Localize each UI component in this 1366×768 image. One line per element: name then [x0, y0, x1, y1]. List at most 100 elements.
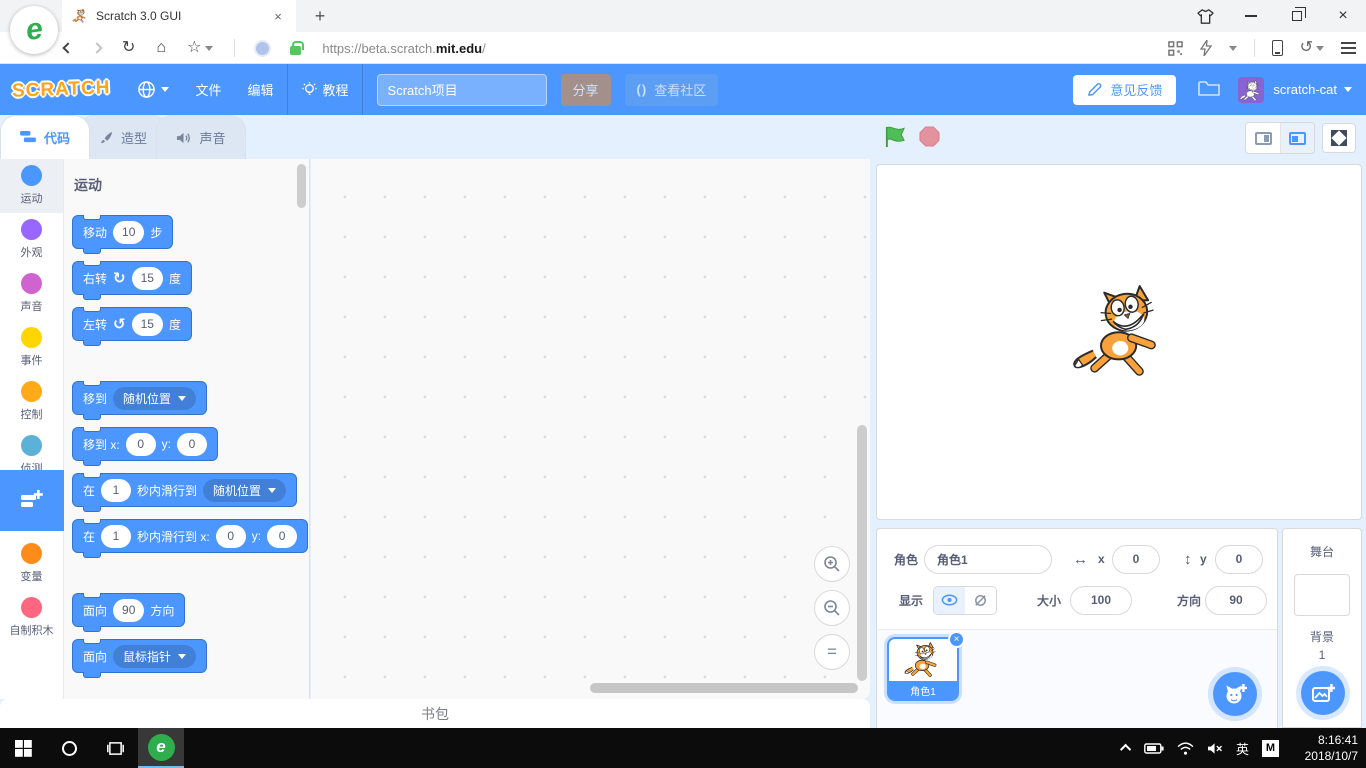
taskbar-browser-button[interactable]: e: [138, 728, 184, 768]
close-button[interactable]: ×: [1320, 0, 1366, 32]
scratch-logo[interactable]: SCRATCH: [12, 77, 111, 102]
qr-code-icon[interactable]: [1168, 41, 1183, 56]
workspace-horizontal-scrollbar[interactable]: [590, 683, 858, 693]
mobile-icon[interactable]: [1272, 40, 1283, 56]
menu-tutorials[interactable]: 教程: [288, 64, 362, 115]
block-goto-xy[interactable]: 移到 x: 0 y: 0: [72, 427, 218, 461]
speaker-muted-icon[interactable]: [1207, 742, 1223, 755]
bookmark-star[interactable]: ☆: [187, 40, 213, 56]
home-icon[interactable]: ⌂: [156, 40, 166, 56]
tab-sounds[interactable]: 声音: [156, 115, 246, 159]
delete-sprite-button[interactable]: ×: [948, 631, 965, 648]
add-extension-button[interactable]: [0, 470, 64, 531]
backpack-bar[interactable]: 书包: [0, 699, 870, 728]
sprite-thumbnail-selected[interactable]: 角色1 ×: [887, 637, 959, 701]
block-dropdown[interactable]: 鼠标指针: [113, 645, 196, 668]
tab-close-icon[interactable]: ×: [270, 9, 286, 24]
sprite-direction-input[interactable]: [1205, 586, 1267, 615]
undo-control[interactable]: ↺: [1300, 40, 1324, 56]
hide-sprite-button[interactable]: [965, 587, 996, 614]
category-motion[interactable]: 运动: [0, 159, 63, 213]
category-control[interactable]: 控制: [0, 375, 63, 429]
see-community-button[interactable]: () 查看社区: [625, 74, 719, 106]
block-number-input[interactable]: 1: [101, 525, 131, 548]
block-goto-random[interactable]: 移到 随机位置: [72, 381, 207, 415]
browser-logo[interactable]: e: [10, 6, 58, 54]
sprite-name-input[interactable]: [924, 545, 1052, 574]
block-glide-xy[interactable]: 在 1 秒内滑行到 x: 0 y: 0: [72, 519, 308, 553]
block-number-input[interactable]: 0: [177, 433, 207, 456]
back-icon[interactable]: [62, 42, 73, 53]
add-backdrop-button[interactable]: [1301, 671, 1345, 715]
address-url[interactable]: https://beta.scratch.mit.edu/: [322, 41, 485, 56]
stage-sprite-cat[interactable]: [1069, 281, 1173, 385]
block-point-towards[interactable]: 面向 鼠标指针: [72, 639, 207, 673]
reload-icon[interactable]: ↻: [122, 40, 135, 56]
workspace-vertical-scrollbar[interactable]: [857, 425, 867, 681]
share-button[interactable]: 分享: [561, 74, 611, 106]
lightning-icon[interactable]: [1200, 40, 1212, 56]
tab-costumes[interactable]: 造型: [78, 115, 168, 159]
zoom-out-button[interactable]: [814, 590, 850, 626]
ime-indicator[interactable]: 英: [1236, 739, 1249, 758]
block-number-input[interactable]: 10: [113, 221, 144, 244]
restore-button[interactable]: [1274, 0, 1320, 32]
battery-icon[interactable]: [1144, 743, 1164, 754]
caret-down-icon[interactable]: [1344, 87, 1352, 92]
block-number-input[interactable]: 0: [216, 525, 246, 548]
project-title-input[interactable]: [377, 74, 547, 106]
stage-selector-panel[interactable]: 舞台 背景 1: [1282, 528, 1362, 728]
block-turn-left[interactable]: 左转 ↺ 15 度: [72, 307, 192, 341]
tray-expand-icon[interactable]: [1120, 744, 1131, 755]
block-number-input[interactable]: 0: [126, 433, 156, 456]
zoom-in-button[interactable]: [814, 546, 850, 582]
language-badge[interactable]: M: [1262, 740, 1279, 757]
block-move-steps[interactable]: 移动 10 步: [72, 215, 173, 249]
menu-file[interactable]: 文件: [182, 64, 234, 115]
language-selector[interactable]: [124, 64, 182, 115]
block-number-input[interactable]: 15: [132, 313, 163, 336]
block-point-direction[interactable]: 面向 90 方向: [72, 593, 185, 627]
tab-code[interactable]: 代码: [0, 115, 90, 159]
block-number-input[interactable]: 15: [132, 267, 163, 290]
add-sprite-button[interactable]: [1213, 672, 1257, 716]
browser-tab[interactable]: Scratch 3.0 GUI ×: [62, 0, 296, 32]
large-stage-button[interactable]: [1280, 123, 1314, 153]
code-workspace[interactable]: =: [311, 159, 870, 699]
sprite-y-input[interactable]: [1215, 545, 1263, 574]
category-sound[interactable]: 声音: [0, 267, 63, 321]
small-stage-button[interactable]: [1246, 123, 1280, 153]
backdrop-thumbnail[interactable]: [1294, 574, 1350, 616]
category-looks[interactable]: 外观: [0, 213, 63, 267]
taskbar-clock[interactable]: 8:16:41 2018/10/7: [1292, 732, 1358, 764]
minimize-button[interactable]: [1228, 0, 1274, 32]
block-number-input[interactable]: 90: [113, 599, 144, 622]
palette-scrollbar[interactable]: [297, 164, 306, 208]
block-number-input[interactable]: 1: [101, 479, 131, 502]
avatar[interactable]: [1238, 77, 1264, 103]
start-button[interactable]: [0, 728, 46, 768]
block-glide-random[interactable]: 在 1 秒内滑行到 随机位置: [72, 473, 297, 507]
green-flag-icon[interactable]: [884, 125, 907, 148]
block-turn-right[interactable]: 右转 ↻ 15 度: [72, 261, 192, 295]
fullscreen-button[interactable]: [1322, 123, 1356, 153]
speed-mode-icon[interactable]: [256, 42, 269, 55]
stage[interactable]: [876, 164, 1362, 520]
feedback-button[interactable]: 意见反馈: [1073, 75, 1176, 105]
category-events[interactable]: 事件: [0, 321, 63, 375]
folder-icon[interactable]: [1198, 80, 1220, 100]
block-dropdown[interactable]: 随机位置: [113, 387, 196, 410]
new-tab-button[interactable]: +: [308, 4, 332, 28]
https-padlock-icon[interactable]: [290, 46, 301, 55]
menu-hamburger-icon[interactable]: [1341, 42, 1356, 54]
wifi-icon[interactable]: [1177, 742, 1194, 755]
category-myblocks[interactable]: 自制积木: [0, 591, 63, 645]
forward-icon[interactable]: [91, 42, 102, 53]
skin-shirt-icon[interactable]: [1182, 0, 1228, 32]
cortana-button[interactable]: [46, 728, 92, 768]
block-number-input[interactable]: 0: [267, 525, 297, 548]
stop-icon[interactable]: [919, 126, 940, 147]
block-dropdown[interactable]: 随机位置: [203, 479, 286, 502]
zoom-reset-button[interactable]: =: [814, 634, 850, 670]
show-sprite-button[interactable]: [934, 587, 965, 614]
